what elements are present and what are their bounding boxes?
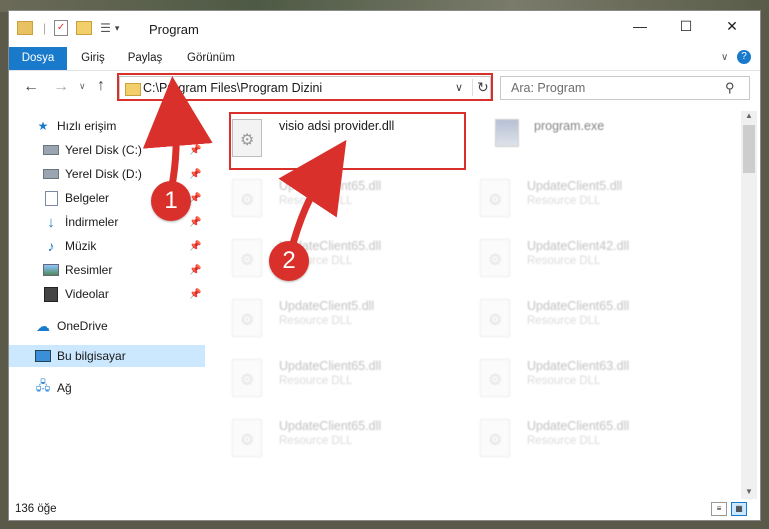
step-two-badge: 2 [269, 241, 309, 281]
annotation-arrows [142, 76, 347, 252]
step-one-badge: 1 [151, 181, 191, 221]
arrow-to-address [142, 76, 213, 192]
arrow-to-file [278, 139, 347, 252]
explorer-window: | ✓ ☰ ▾ Program — ☐ ✕ Dosya Giriş Paylaş… [8, 10, 761, 521]
